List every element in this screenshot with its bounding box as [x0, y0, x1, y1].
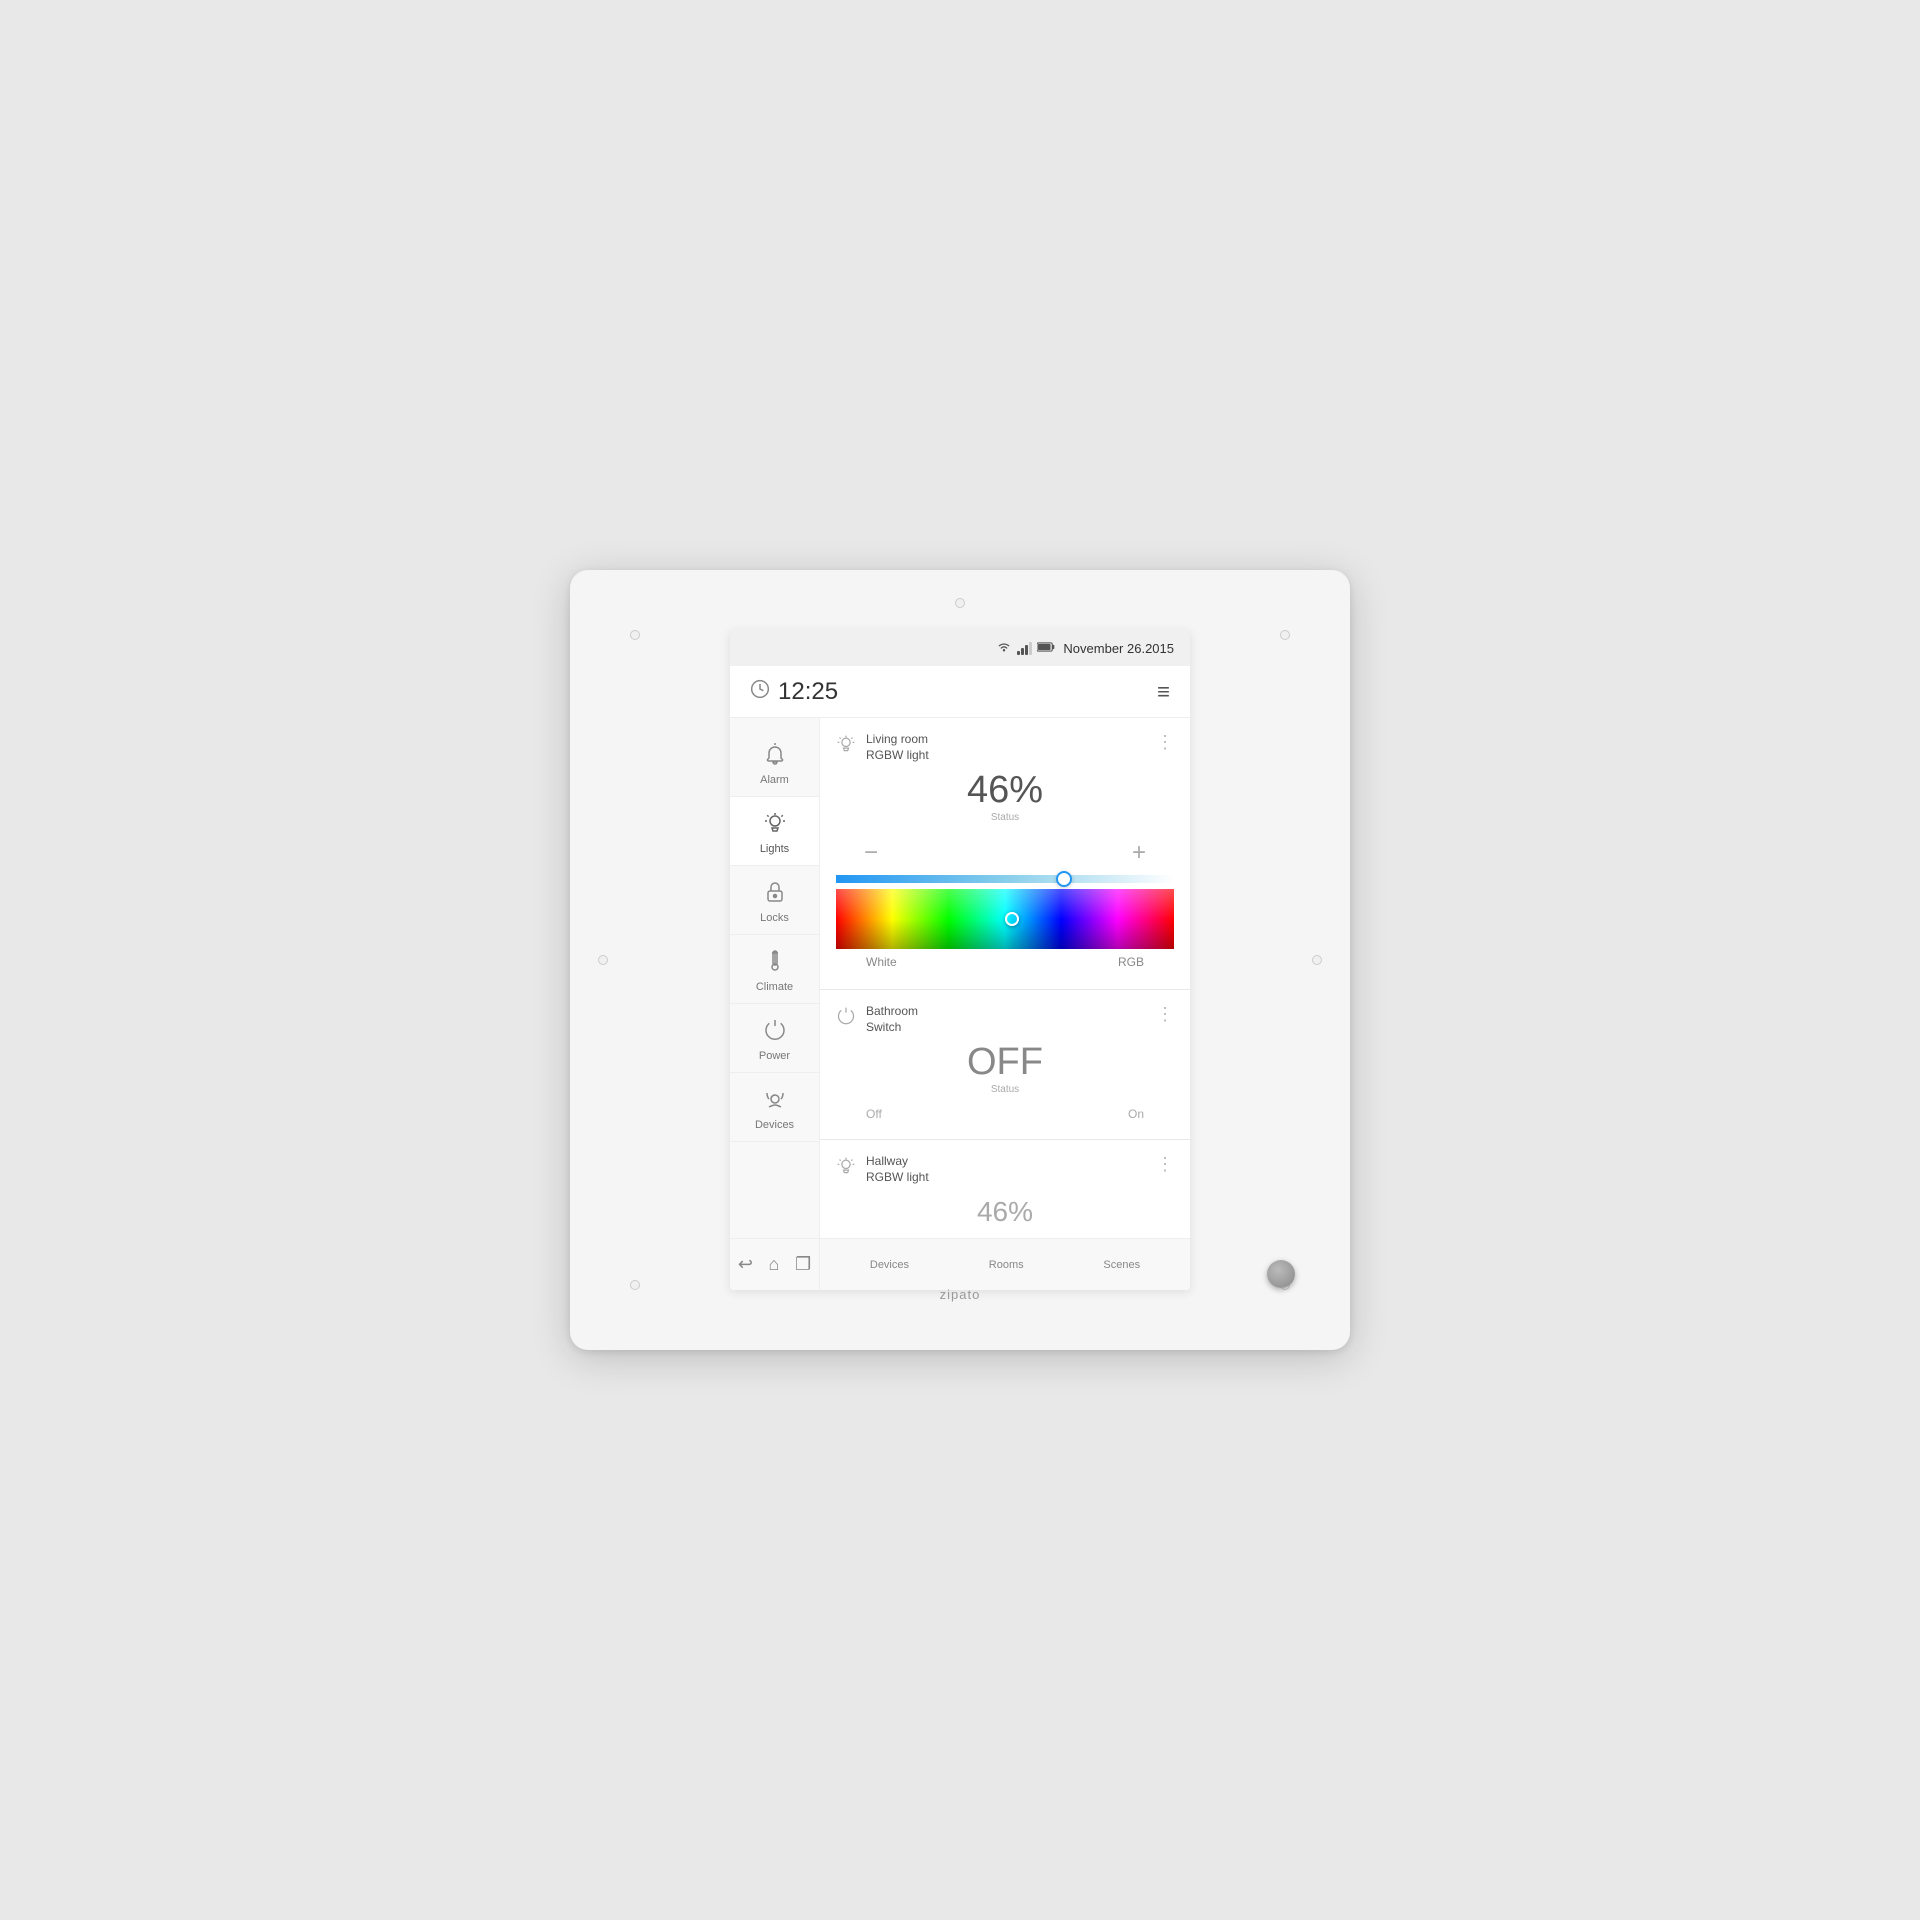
sidebar-item-locks[interactable]: Locks [730, 866, 819, 935]
color-picker[interactable] [836, 889, 1174, 949]
nav-buttons: ↩ ⌂ ❐ [730, 1239, 820, 1290]
apps-button[interactable]: ❐ [795, 1254, 811, 1275]
screw-right-mid [1312, 955, 1322, 965]
clock-icon [750, 679, 770, 704]
card-controls-lr: − + [836, 831, 1174, 875]
locks-icon [763, 880, 787, 908]
more-menu-lr[interactable]: ⋮ [1156, 732, 1174, 753]
bathroom-card: Bathroom Switch ⋮ OFF Status Off On [820, 990, 1190, 1140]
menu-icon[interactable]: ≡ [1157, 679, 1170, 705]
more-menu-hall[interactable]: ⋮ [1156, 1154, 1174, 1175]
tab-scenes-label: Scenes [1103, 1259, 1140, 1271]
tab-rooms-label: Rooms [989, 1259, 1024, 1271]
card-title-lr: Living room RGBW light [866, 732, 929, 763]
wifi-icon [996, 640, 1012, 657]
sidebar-label-alarm: Alarm [760, 774, 789, 786]
screw-top [955, 598, 965, 608]
sidebar-label-lights: Lights [760, 843, 789, 855]
white-slider-thumb [1056, 871, 1072, 887]
sidebar-label-power: Power [759, 1050, 790, 1062]
hallway-card: Hallway RGBW light ⋮ 46% [820, 1140, 1190, 1238]
device-panel: zipato [570, 570, 1350, 1350]
sidebar-label-locks: Locks [760, 912, 789, 924]
sidebar-item-alarm[interactable]: Alarm [730, 728, 819, 797]
card-title-bath: Bathroom Switch [866, 1004, 918, 1035]
screen: November 26.2015 12:25 ≡ [730, 630, 1190, 1290]
card-value-bath: OFF [836, 1041, 1174, 1084]
card-header-hall: Hallway RGBW light ⋮ [836, 1154, 1174, 1185]
sidebar-item-climate[interactable]: Climate [730, 935, 819, 1004]
tab-devices[interactable]: Devices [870, 1259, 909, 1271]
card-header-left-lr: Living room RGBW light [836, 732, 929, 763]
living-room-card: Living room RGBW light ⋮ 46% Status − + [820, 718, 1190, 990]
battery-icon [1037, 641, 1055, 656]
back-button[interactable]: ↩ [738, 1254, 753, 1275]
color-labels: White RGB [836, 949, 1174, 975]
bottom-nav: ↩ ⌂ ❐ Devices Rooms Scenes [730, 1238, 1190, 1290]
signal-icon [1017, 641, 1032, 655]
sidebar-label-devices: Devices [755, 1119, 794, 1131]
screw-left-mid [598, 955, 608, 965]
power-icon-bath [836, 1006, 856, 1032]
card-header-left-bath: Bathroom Switch [836, 1004, 918, 1035]
minus-button-lr[interactable]: − [856, 835, 886, 871]
time-display: 12:25 [778, 678, 838, 706]
bottom-tabs: Devices Rooms Scenes [820, 1259, 1190, 1271]
tab-rooms[interactable]: Rooms [989, 1259, 1024, 1271]
status-bar: November 26.2015 [730, 630, 1190, 666]
switch-on-label[interactable]: On [1128, 1107, 1144, 1121]
more-menu-bath[interactable]: ⋮ [1156, 1004, 1174, 1025]
screw-tl [630, 630, 640, 640]
sidebar-item-devices[interactable]: Devices [730, 1073, 819, 1142]
content-area: Living room RGBW light ⋮ 46% Status − + [820, 718, 1190, 1238]
switch-off-label[interactable]: Off [866, 1107, 882, 1121]
sidebar-label-climate: Climate [756, 981, 793, 993]
power-button[interactable] [1267, 1260, 1295, 1288]
time-area: 12:25 [750, 678, 838, 706]
card-title-hall: Hallway RGBW light [866, 1154, 929, 1185]
card-header-lr: Living room RGBW light ⋮ [836, 732, 1174, 763]
switch-controls-bath: Off On [836, 1103, 1174, 1125]
climate-icon [763, 949, 787, 977]
tab-devices-label: Devices [870, 1259, 909, 1271]
sidebar: Alarm Lights [730, 718, 820, 1238]
sidebar-item-lights[interactable]: Lights [730, 797, 819, 866]
plus-button-lr[interactable]: + [1124, 835, 1154, 871]
status-icons [996, 640, 1055, 657]
status-label-bath: Status [836, 1084, 1174, 1095]
main-area: Alarm Lights [730, 718, 1190, 1238]
screw-tr [1280, 630, 1290, 640]
status-label-lr: Status [836, 812, 1174, 823]
card-header-bath: Bathroom Switch ⋮ [836, 1004, 1174, 1035]
white-slider[interactable] [836, 875, 1174, 883]
devices-icon [763, 1087, 787, 1115]
power-icon [763, 1018, 787, 1046]
bulb-icon-hall [836, 1156, 856, 1182]
bulb-icon-lr [836, 734, 856, 760]
card-header-left-hall: Hallway RGBW light [836, 1154, 929, 1185]
lights-icon [763, 811, 787, 839]
color-cursor [1005, 912, 1019, 926]
screw-bl [630, 1280, 640, 1290]
brand-label: zipato [940, 1287, 981, 1302]
white-label: White [866, 955, 897, 969]
sidebar-item-power[interactable]: Power [730, 1004, 819, 1073]
card-value-hall: 46% [836, 1192, 1174, 1232]
alarm-icon [763, 742, 787, 770]
rgb-label: RGB [1118, 955, 1144, 969]
card-value-lr: 46% [836, 769, 1174, 812]
top-bar: 12:25 ≡ [730, 666, 1190, 718]
home-button[interactable]: ⌂ [769, 1254, 780, 1275]
status-date: November 26.2015 [1063, 641, 1174, 656]
tab-scenes[interactable]: Scenes [1103, 1259, 1140, 1271]
